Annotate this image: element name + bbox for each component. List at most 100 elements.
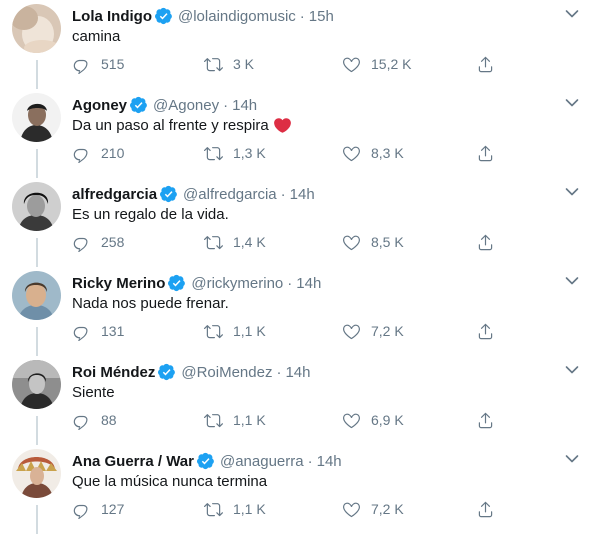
- like-button[interactable]: 7,2 K: [342, 319, 404, 343]
- tweet-text: Da un paso al frente y respira: [72, 117, 291, 134]
- tweet-text: Nada nos puede frenar.: [72, 295, 229, 312]
- author-handle[interactable]: @rickymerino: [191, 275, 283, 292]
- author-handle[interactable]: @alfredgarcia: [183, 186, 277, 203]
- avatar[interactable]: [12, 271, 61, 320]
- avatar[interactable]: [12, 182, 61, 231]
- tweet-text-content: Da un paso al frente y respira: [72, 117, 269, 134]
- author-name[interactable]: Roi Méndez: [72, 364, 155, 381]
- share-button[interactable]: [476, 408, 495, 432]
- avatar[interactable]: [12, 360, 61, 409]
- chevron-down-icon[interactable]: [565, 187, 579, 197]
- reply-button[interactable]: 210: [72, 141, 124, 165]
- tweet[interactable]: Ana Guerra / War @anaguerra · 14h Que la…: [0, 445, 595, 534]
- author-name[interactable]: Ana Guerra / War: [72, 453, 194, 470]
- tweet-timestamp[interactable]: 15h: [309, 8, 334, 25]
- tweet[interactable]: Lola Indigo @lolaindigomusic · 15h camin…: [0, 0, 595, 89]
- tweet-text-content: Es un regalo de la vida.: [72, 206, 229, 223]
- author-name[interactable]: Ricky Merino: [72, 275, 165, 292]
- tweet-timestamp[interactable]: 14h: [296, 275, 321, 292]
- retweet-count: 1,3 K: [233, 145, 266, 161]
- reply-icon: [73, 415, 88, 430]
- author-name[interactable]: Lola Indigo: [72, 8, 152, 25]
- share-button[interactable]: [476, 141, 495, 165]
- reply-button[interactable]: 131: [72, 319, 124, 343]
- like-count: 8,3 K: [371, 145, 404, 161]
- like-count: 7,2 K: [371, 323, 404, 339]
- reply-icon: [73, 148, 88, 163]
- tweet-actions: 88 1,1 K 6,9 K: [72, 408, 512, 432]
- retweet-count: 3 K: [233, 56, 255, 72]
- tweet-timestamp[interactable]: 14h: [285, 364, 310, 381]
- like-button[interactable]: 8,3 K: [342, 141, 404, 165]
- tweet-header: Ana Guerra / War @anaguerra · 14h: [72, 450, 342, 472]
- avatar[interactable]: [12, 93, 61, 142]
- avatar[interactable]: [12, 4, 61, 53]
- retweet-button[interactable]: 1,1 K: [204, 408, 266, 432]
- retweet-button[interactable]: 1,3 K: [204, 141, 266, 165]
- chevron-down-icon[interactable]: [565, 365, 579, 375]
- tweet-timestamp[interactable]: 14h: [232, 97, 257, 114]
- chevron-down-icon[interactable]: [565, 98, 579, 108]
- chevron-down-icon[interactable]: [565, 276, 579, 286]
- share-button[interactable]: [476, 319, 495, 343]
- reply-button[interactable]: 127: [72, 497, 124, 521]
- tweet-text-content: camina: [72, 28, 121, 45]
- reply-count: 258: [101, 234, 125, 250]
- share-icon: [478, 501, 493, 517]
- like-count: 8,5 K: [371, 234, 404, 250]
- reply-count: 131: [101, 323, 125, 339]
- tweet-timestamp[interactable]: 14h: [290, 186, 315, 203]
- tweet-actions: 258 1,4 K 8,5 K: [72, 230, 512, 254]
- like-button[interactable]: 7,2 K: [342, 497, 404, 521]
- tweet-actions: 515 3 K 15,2 K: [72, 52, 512, 76]
- reply-icon: [73, 59, 88, 74]
- retweet-button[interactable]: 1,1 K: [204, 319, 266, 343]
- tweet-header: Ricky Merino @rickymerino · 14h: [72, 272, 321, 294]
- thread-line: [36, 416, 38, 445]
- author-handle[interactable]: @RoiMendez: [181, 364, 272, 381]
- author-handle[interactable]: @anaguerra: [220, 453, 304, 470]
- retweet-count: 1,1 K: [233, 323, 266, 339]
- avatar[interactable]: [12, 449, 61, 498]
- reply-count: 210: [101, 145, 125, 161]
- reply-icon: [73, 237, 88, 252]
- tweet-timestamp[interactable]: 14h: [317, 453, 342, 470]
- retweet-count: 1,4 K: [233, 234, 266, 250]
- author-handle[interactable]: @Agoney: [153, 97, 219, 114]
- reply-button[interactable]: 258: [72, 230, 124, 254]
- tweet[interactable]: Ricky Merino @rickymerino · 14h Nada nos…: [0, 267, 595, 356]
- separator-dot: ·: [276, 363, 282, 381]
- retweet-button[interactable]: 1,4 K: [204, 230, 266, 254]
- reply-button[interactable]: 88: [72, 408, 117, 432]
- retweet-count: 1,1 K: [233, 501, 266, 517]
- like-count: 15,2 K: [371, 56, 412, 72]
- like-icon: [343, 146, 360, 161]
- author-name[interactable]: Agoney: [72, 97, 127, 114]
- author-handle[interactable]: @lolaindigomusic: [178, 8, 296, 25]
- reply-icon: [73, 504, 88, 519]
- tweet-header: Lola Indigo @lolaindigomusic · 15h: [72, 5, 334, 27]
- verified-badge-icon: [155, 7, 173, 25]
- chevron-down-icon[interactable]: [565, 9, 579, 19]
- share-button[interactable]: [476, 52, 495, 76]
- tweet[interactable]: Roi Méndez @RoiMendez · 14h Siente 88 1,…: [0, 356, 595, 445]
- retweet-icon: [204, 413, 223, 427]
- tweet[interactable]: Agoney @Agoney · 14h Da un paso al frent…: [0, 89, 595, 178]
- chevron-down-icon[interactable]: [565, 454, 579, 464]
- like-button[interactable]: 8,5 K: [342, 230, 404, 254]
- tweet[interactable]: alfredgarcia @alfredgarcia · 14h Es un r…: [0, 178, 595, 267]
- tweet-header: Roi Méndez @RoiMendez · 14h: [72, 361, 310, 383]
- verified-badge-icon: [158, 363, 176, 381]
- share-button[interactable]: [476, 497, 495, 521]
- author-name[interactable]: alfredgarcia: [72, 186, 157, 203]
- retweet-button[interactable]: 3 K: [204, 52, 254, 76]
- red-heart-emoji-icon: [273, 118, 291, 133]
- like-icon: [343, 324, 360, 339]
- like-icon: [343, 235, 360, 250]
- share-button[interactable]: [476, 230, 495, 254]
- like-button[interactable]: 6,9 K: [342, 408, 404, 432]
- like-button[interactable]: 15,2 K: [342, 52, 411, 76]
- reply-button[interactable]: 515: [72, 52, 124, 76]
- separator-dot: ·: [223, 96, 229, 114]
- retweet-button[interactable]: 1,1 K: [204, 497, 266, 521]
